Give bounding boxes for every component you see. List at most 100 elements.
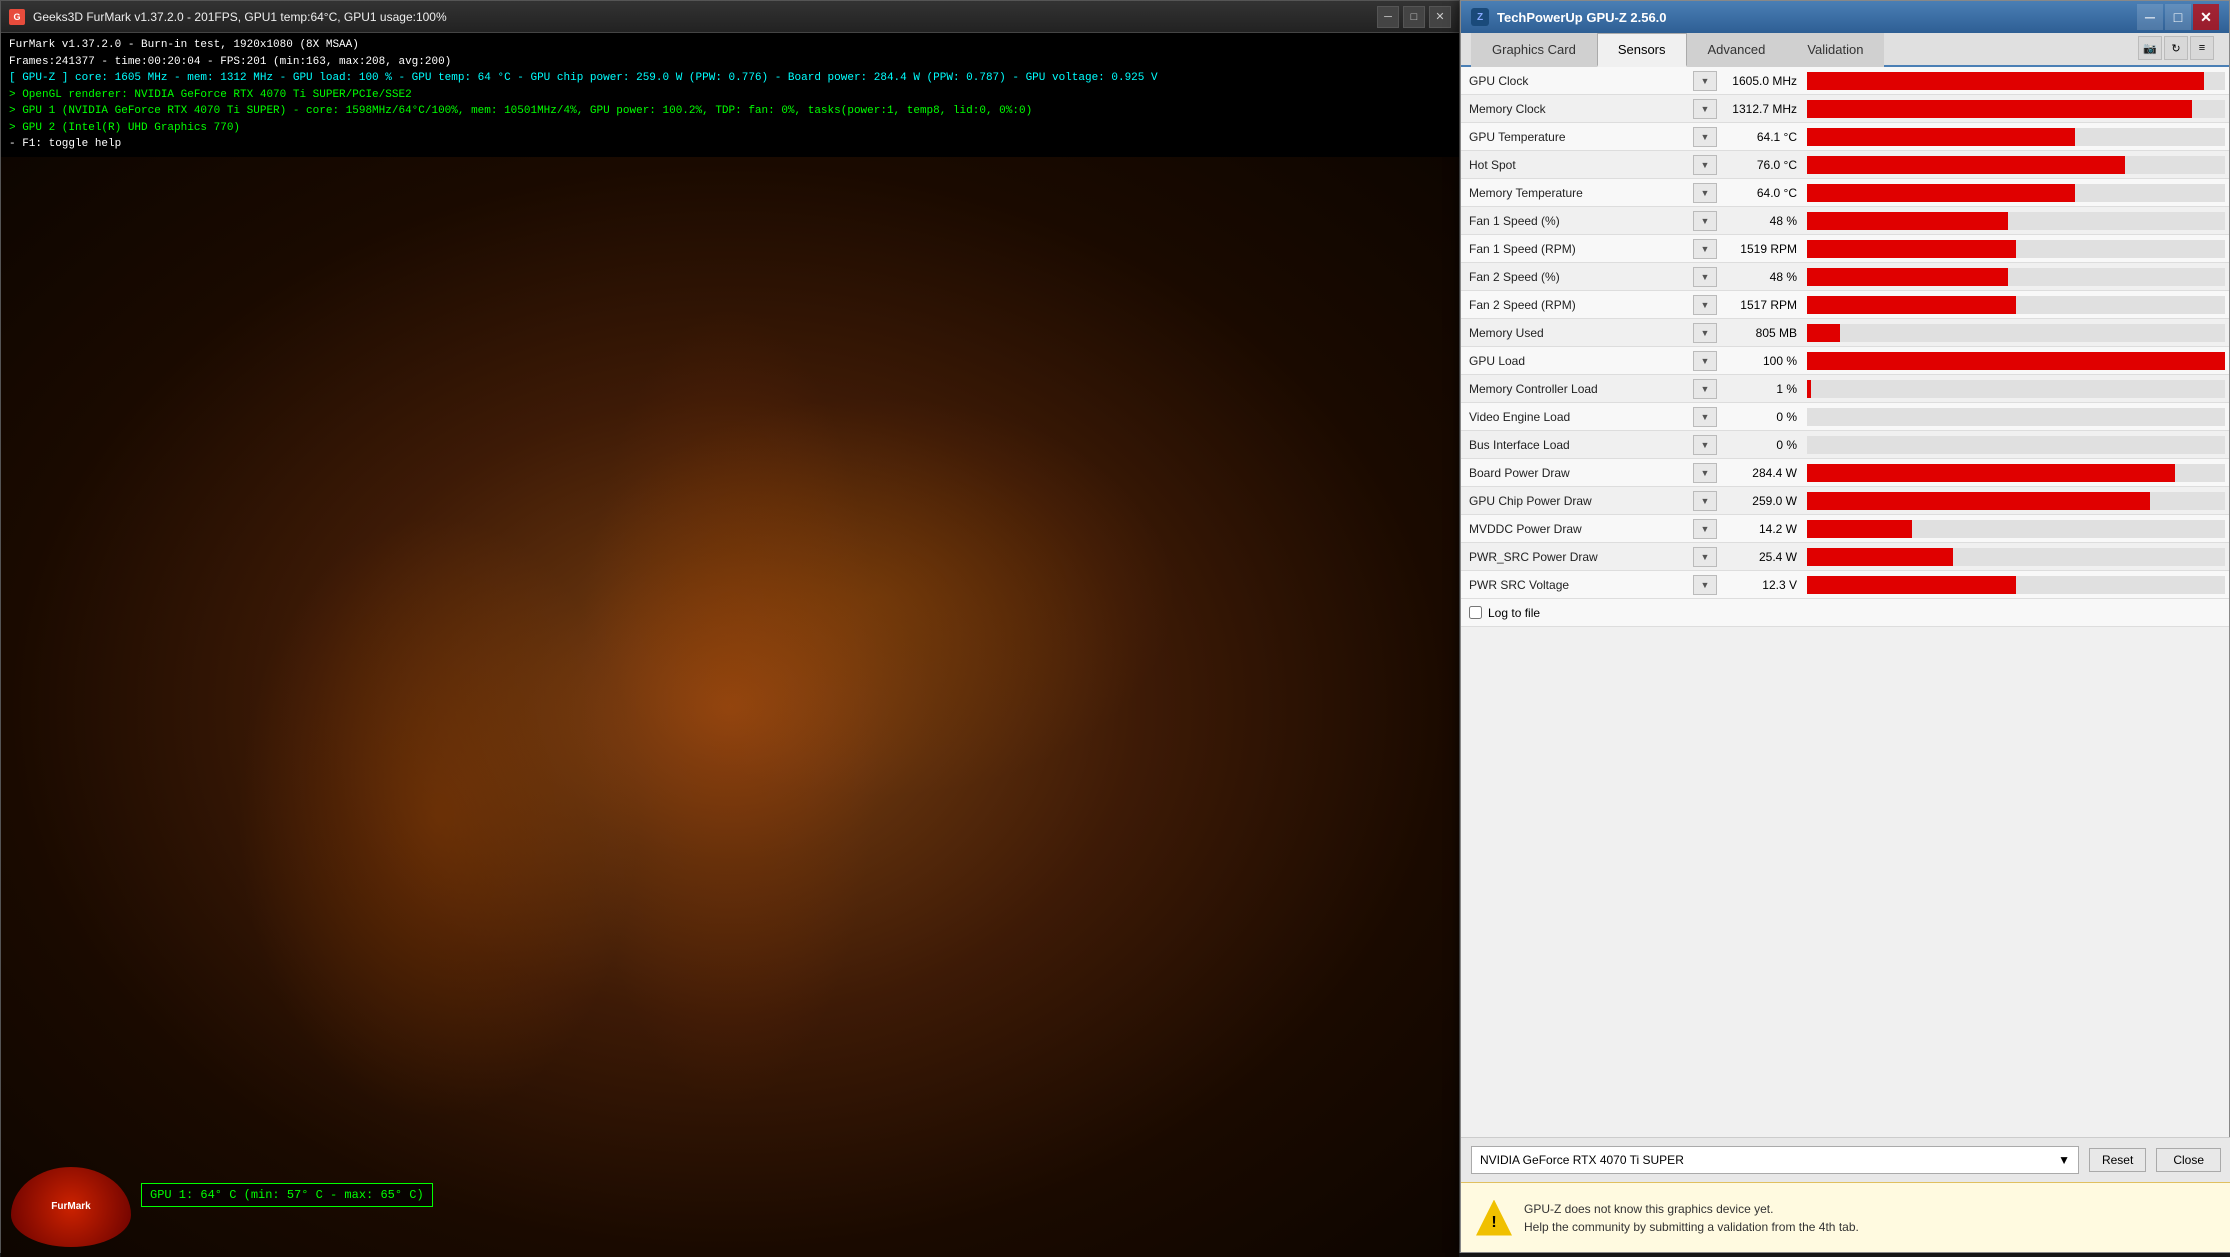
sensor-dropdown[interactable]: ▼ xyxy=(1693,127,1717,147)
tab-validation[interactable]: Validation xyxy=(1786,33,1884,67)
sensor-value: 259.0 W xyxy=(1717,494,1807,508)
sensor-dropdown[interactable]: ▼ xyxy=(1693,295,1717,315)
sensor-value: 0 % xyxy=(1717,410,1807,424)
sensor-name: PWR_SRC Power Draw xyxy=(1461,550,1691,564)
sensor-dropdown[interactable]: ▼ xyxy=(1693,463,1717,483)
gpuz-minimize-btn[interactable]: ─ xyxy=(2137,4,2163,30)
sensor-bar-container xyxy=(1807,212,2225,230)
sensor-dropdown[interactable]: ▼ xyxy=(1693,211,1717,231)
gpu-temp-overlay: GPU 1: 64° C (min: 57° C - max: 65° C) xyxy=(141,1183,433,1207)
sensor-row: GPU Clock▼1605.0 MHz xyxy=(1461,67,2229,95)
log-to-file-checkbox[interactable] xyxy=(1469,606,1482,619)
camera-icon[interactable]: 📷 xyxy=(2138,36,2162,60)
sensor-bar-container xyxy=(1807,296,2225,314)
sensor-row: PWR_SRC Power Draw▼25.4 W xyxy=(1461,543,2229,571)
sensor-name: GPU Clock xyxy=(1461,74,1691,88)
gpuz-close-btn[interactable]: ✕ xyxy=(2193,4,2219,30)
sensor-value: 100 % xyxy=(1717,354,1807,368)
sensor-row: Board Power Draw▼284.4 W xyxy=(1461,459,2229,487)
dropdown-arrow: ▼ xyxy=(2058,1153,2070,1167)
sensor-dropdown[interactable]: ▼ xyxy=(1693,323,1717,343)
log-to-file-row: Log to file xyxy=(1461,599,2229,627)
sensor-bar xyxy=(1807,520,1912,538)
furmark-titlebar: G Geeks3D FurMark v1.37.2.0 - 201FPS, GP… xyxy=(1,1,1459,33)
sensor-bar-container xyxy=(1807,352,2225,370)
gpuz-device-selector: NVIDIA GeForce RTX 4070 Ti SUPER ▼ Reset… xyxy=(1461,1137,2230,1182)
sensor-bar-container xyxy=(1807,240,2225,258)
flame-overlay xyxy=(1,157,1459,1257)
gpuz-title: TechPowerUp GPU-Z 2.56.0 xyxy=(1497,10,1667,25)
sensor-bar-container xyxy=(1807,128,2225,146)
sensor-dropdown[interactable]: ▼ xyxy=(1693,547,1717,567)
sensor-bar xyxy=(1807,576,2016,594)
sensor-dropdown[interactable]: ▼ xyxy=(1693,519,1717,539)
sensor-bar xyxy=(1807,464,2175,482)
sensor-name: Memory Used xyxy=(1461,326,1691,340)
sensor-row: Bus Interface Load▼0 % xyxy=(1461,431,2229,459)
sensor-name: Fan 1 Speed (%) xyxy=(1461,214,1691,228)
close-action-button[interactable]: Close xyxy=(2156,1148,2221,1172)
sensor-bar-container xyxy=(1807,408,2225,426)
reset-button[interactable]: Reset xyxy=(2089,1148,2146,1172)
sensor-name: GPU Load xyxy=(1461,354,1691,368)
sensor-dropdown[interactable]: ▼ xyxy=(1693,407,1717,427)
gpuz-restore-btn[interactable]: □ xyxy=(2165,4,2191,30)
warning-icon xyxy=(1476,1200,1512,1236)
sensor-dropdown[interactable]: ▼ xyxy=(1693,435,1717,455)
sensor-dropdown[interactable]: ▼ xyxy=(1693,267,1717,287)
sensor-dropdown[interactable]: ▼ xyxy=(1693,379,1717,399)
sensor-row: PWR SRC Voltage▼12.3 V xyxy=(1461,571,2229,599)
sensor-name: Fan 2 Speed (%) xyxy=(1461,270,1691,284)
furmark-close-btn[interactable]: ✕ xyxy=(1429,6,1451,28)
sensor-bar xyxy=(1807,100,2192,118)
sensor-dropdown[interactable]: ▼ xyxy=(1693,239,1717,259)
sensor-bar xyxy=(1807,156,2125,174)
sensor-bar xyxy=(1807,72,2204,90)
sensor-value: 14.2 W xyxy=(1717,522,1807,536)
sensor-bar-container xyxy=(1807,184,2225,202)
sensor-name: Hot Spot xyxy=(1461,158,1691,172)
sensor-bar xyxy=(1807,128,2075,146)
sensor-row: Memory Controller Load▼1 % xyxy=(1461,375,2229,403)
sensor-bar xyxy=(1807,296,2016,314)
furmark-win-controls: ─ □ ✕ xyxy=(1377,6,1451,28)
sensor-bar-container xyxy=(1807,520,2225,538)
sensor-dropdown[interactable]: ▼ xyxy=(1693,183,1717,203)
sensor-value: 25.4 W xyxy=(1717,550,1807,564)
sensor-dropdown[interactable]: ▼ xyxy=(1693,71,1717,91)
sensor-bar xyxy=(1807,492,2150,510)
sensor-name: Memory Clock xyxy=(1461,102,1691,116)
sensor-bar-container xyxy=(1807,380,2225,398)
furmark-icon: G xyxy=(9,9,25,25)
log-to-file-label: Log to file xyxy=(1488,606,1540,620)
sensor-name: GPU Chip Power Draw xyxy=(1461,494,1691,508)
gpuz-sensors-content: GPU Clock▼1605.0 MHzMemory Clock▼1312.7 … xyxy=(1461,67,2229,1133)
sensor-dropdown[interactable]: ▼ xyxy=(1693,575,1717,595)
sensor-dropdown[interactable]: ▼ xyxy=(1693,351,1717,371)
sensor-name: Memory Temperature xyxy=(1461,186,1691,200)
gpuz-notification: GPU-Z does not know this graphics device… xyxy=(1461,1182,2230,1252)
menu-icon[interactable]: ≡ xyxy=(2190,36,2214,60)
sensor-bar-container xyxy=(1807,324,2225,342)
gpuz-window: Z TechPowerUp GPU-Z 2.56.0 ─ □ ✕ Graphic… xyxy=(1460,0,2230,1253)
sensor-dropdown[interactable]: ▼ xyxy=(1693,99,1717,119)
furmark-canvas: GPU 1: 64° C (min: 57° C - max: 65° C) F… xyxy=(1,157,1459,1257)
device-dropdown[interactable]: NVIDIA GeForce RTX 4070 Ti SUPER ▼ xyxy=(1471,1146,2079,1174)
sensor-row: Memory Used▼805 MB xyxy=(1461,319,2229,347)
sensor-row: Fan 1 Speed (RPM)▼1519 RPM xyxy=(1461,235,2229,263)
sensor-dropdown[interactable]: ▼ xyxy=(1693,155,1717,175)
sensor-value: 76.0 °C xyxy=(1717,158,1807,172)
furmark-minimize-btn[interactable]: ─ xyxy=(1377,6,1399,28)
tab-sensors[interactable]: Sensors xyxy=(1597,33,1687,67)
sensor-value: 1519 RPM xyxy=(1717,242,1807,256)
sensor-value: 48 % xyxy=(1717,214,1807,228)
refresh-icon[interactable]: ↻ xyxy=(2164,36,2188,60)
sensor-bar-container xyxy=(1807,436,2225,454)
tab-graphics-card[interactable]: Graphics Card xyxy=(1471,33,1597,67)
sensor-value: 48 % xyxy=(1717,270,1807,284)
furmark-maximize-btn[interactable]: □ xyxy=(1403,6,1425,28)
tab-advanced[interactable]: Advanced xyxy=(1687,33,1787,67)
sensor-dropdown[interactable]: ▼ xyxy=(1693,491,1717,511)
sensor-bar xyxy=(1807,240,2016,258)
furmark-window: G Geeks3D FurMark v1.37.2.0 - 201FPS, GP… xyxy=(0,0,1460,1253)
